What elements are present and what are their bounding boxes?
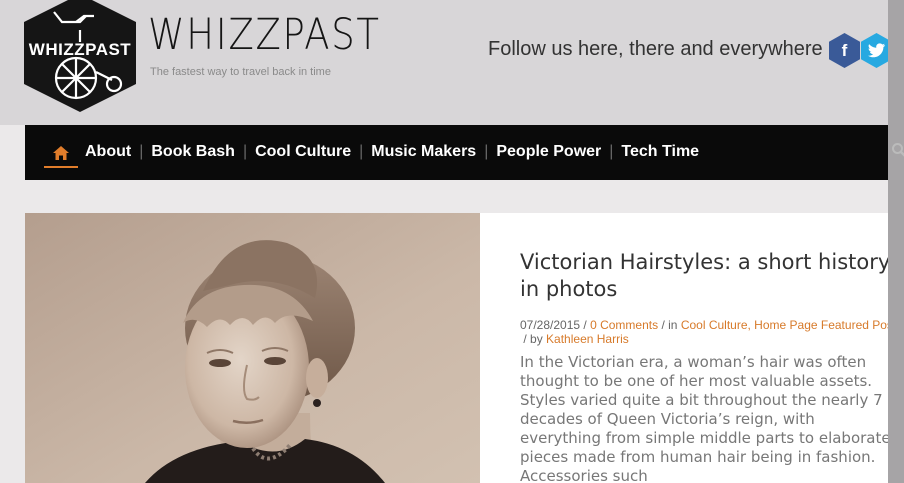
site-header: WHIZZPAST WHIZZPAST The fastest way to t… xyxy=(0,0,904,125)
home-icon[interactable] xyxy=(45,137,77,169)
article-date: 07/28/2015 xyxy=(520,318,581,332)
main-nav: About | Book Bash | Cool Culture | Music… xyxy=(25,125,904,180)
article-title[interactable]: Victorian Hairstyles: a short history, i… xyxy=(520,249,888,303)
site-name[interactable]: WHIZZPAST xyxy=(148,14,381,57)
nav-item-about[interactable]: About xyxy=(85,143,131,161)
by-label: by xyxy=(530,332,543,346)
home-active-indicator xyxy=(44,166,78,168)
logo-text: WHIZZPAST xyxy=(29,40,132,59)
search-icon[interactable] xyxy=(891,142,904,163)
follow-text: Follow us here, there and everywhere xyxy=(488,38,823,60)
nav-item-music-makers[interactable]: Music Makers xyxy=(371,143,476,161)
nav-separator: | xyxy=(609,143,614,160)
article-card: Victorian Hairstyles: a short history, i… xyxy=(480,213,888,483)
nav-separator: | xyxy=(484,143,489,160)
article-excerpt: In the Victorian era, a woman’s hair was… xyxy=(520,353,888,483)
site-logo[interactable]: WHIZZPAST xyxy=(24,0,136,112)
author-link[interactable]: Kathleen Harris xyxy=(546,332,629,346)
featured-photo[interactable] xyxy=(25,213,480,483)
in-label: in xyxy=(668,318,678,332)
nav-item-cool-culture[interactable]: Cool Culture xyxy=(255,143,351,161)
nav-separator: | xyxy=(139,143,144,160)
comments-link[interactable]: 0 Comments xyxy=(590,318,658,332)
site-tagline: The fastest way to travel back in time xyxy=(150,66,331,78)
nav-separator: | xyxy=(242,143,248,160)
article-meta: 07/28/2015 / 0 Comments / in Cool Cultur… xyxy=(520,318,888,346)
nav-separator: | xyxy=(359,143,364,160)
page-scrollbar[interactable] xyxy=(888,0,904,483)
categories-link[interactable]: Cool Culture, Home Page Featured Post xyxy=(681,318,888,332)
nav-item-tech-time[interactable]: Tech Time xyxy=(621,143,699,161)
meta-separator: / xyxy=(520,332,531,346)
nav-menu: About | Book Bash | Cool Culture | Music… xyxy=(85,143,699,161)
facebook-icon[interactable]: f xyxy=(829,33,860,68)
nav-item-people-power[interactable]: People Power xyxy=(496,143,601,161)
nav-item-book-bash[interactable]: Book Bash xyxy=(151,143,235,161)
